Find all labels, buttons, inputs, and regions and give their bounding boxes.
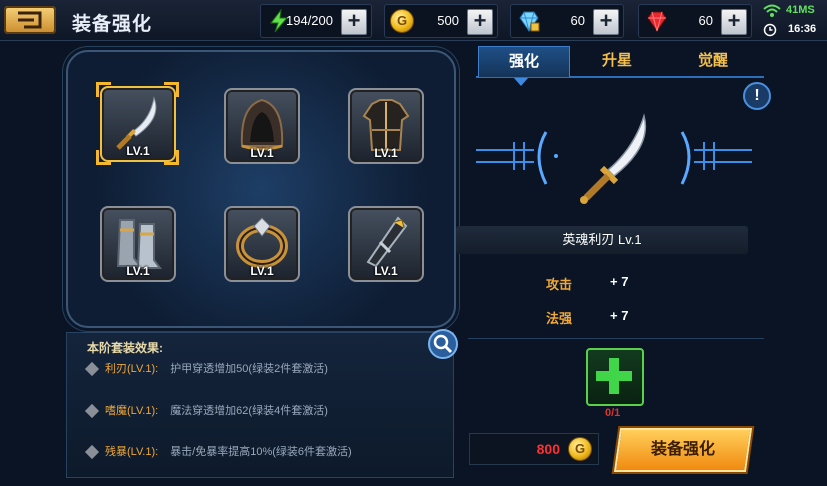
page-title: 装备强化: [72, 14, 153, 35]
plus-icon: [596, 371, 632, 381]
tab-enhance[interactable]: 强化: [478, 46, 570, 77]
gold-coin-icon: G: [390, 9, 414, 33]
slot-level: LV.1: [374, 264, 398, 278]
slot-level: LV.1: [250, 146, 274, 160]
tab-awaken[interactable]: 觉醒: [668, 46, 758, 76]
material-count: 0/1: [605, 407, 621, 419]
ping-text: 41MS: [786, 4, 815, 16]
equipment-slot-amulet[interactable]: LV.1: [348, 206, 424, 282]
set-bonus-row: 残暴(LV.1): 暴击/免暴率提高10%(绿装6件套激活): [84, 443, 352, 460]
cost-value: 800: [536, 441, 560, 457]
selection-corner: [96, 82, 111, 97]
add-stamina-button[interactable]: +: [341, 9, 367, 35]
clock-text: 16:36: [788, 23, 817, 35]
equipment-slot-hood[interactable]: LV.1: [224, 88, 300, 164]
stat-value-attack: + 7: [610, 274, 629, 289]
equipment-slot-boots[interactable]: LV.1: [100, 206, 176, 282]
add-ruby-button[interactable]: +: [721, 9, 747, 35]
gem-icon: [84, 404, 100, 419]
add-diamond-button[interactable]: +: [593, 9, 619, 35]
blade-icon: [580, 113, 647, 204]
gold-coin-icon: G: [568, 437, 592, 461]
tab-indicator-arrow: [514, 78, 528, 86]
set-bonus-row: 嗜魔(LV.1): 魔法穿透增加62(绿装4件套激活): [84, 402, 328, 419]
add-material-button[interactable]: [586, 348, 644, 406]
left-ornament-icon: [476, 131, 558, 185]
ruby-icon: [647, 11, 667, 32]
slot-level: LV.1: [374, 146, 398, 160]
add-gold-button[interactable]: +: [467, 9, 493, 35]
diamond-icon: [519, 11, 540, 32]
selection-corner: [96, 150, 111, 165]
equipment-panel: LV.1 LV.1 LV.1 LV.1 LV.1 LV.1: [66, 50, 456, 328]
clock-icon: [763, 23, 777, 37]
status-area: 41MS 16:36: [760, 2, 826, 38]
set-bonus-name: 残暴(LV.1):: [105, 446, 159, 458]
gold-value: 500: [437, 13, 459, 28]
stat-label-attack: 攻击: [546, 277, 573, 292]
selection-corner: [164, 150, 179, 165]
set-bonus-row: 利刃(LV.1): 护甲穿透增加50(绿装2件套激活): [84, 360, 328, 377]
slot-level: LV.1: [250, 264, 274, 278]
set-bonus-desc: 魔法穿透增加62(绿装4件套激活): [170, 405, 328, 417]
item-showcase: [476, 113, 752, 204]
set-bonus-desc: 暴击/免暴率提高10%(绿装6件套激活): [170, 446, 352, 458]
right-ornament-icon: [680, 131, 752, 185]
gold-counter: G 500 +: [384, 4, 498, 38]
cost-box: 800 G: [469, 433, 599, 465]
ruby-counter: 60 +: [638, 4, 752, 38]
magnifier-button[interactable]: [428, 329, 458, 359]
set-bonus-name: 嗜魔(LV.1):: [105, 405, 159, 417]
diamond-value: 60: [570, 13, 585, 28]
search-icon: [433, 334, 453, 354]
back-button[interactable]: [4, 6, 56, 34]
set-bonus-panel: 本阶套装效果: 利刃(LV.1): 护甲穿透增加50(绿装2件套激活) 嗜魔(LV…: [66, 332, 454, 478]
ruby-value: 60: [698, 13, 713, 28]
diamond-counter: 60 +: [510, 4, 624, 38]
divider: [468, 338, 764, 339]
top-bar: 装备强化 194/200 + G 500 + 60 + 60 + 41MS 16…: [0, 0, 827, 41]
gem-icon: [84, 362, 100, 377]
tab-star-up[interactable]: 升星: [572, 46, 662, 76]
set-bonus-name: 利刃(LV.1):: [105, 363, 159, 375]
equipment-slot-armor[interactable]: LV.1: [348, 88, 424, 164]
item-name: 英魂利刃 Lv.1: [456, 226, 748, 254]
gem-icon: [84, 445, 100, 460]
tab-bar: 强化 升星 觉醒: [476, 46, 764, 78]
wifi-icon: [763, 4, 781, 17]
back-arrow-icon: [18, 11, 42, 29]
stamina-value: 194/200: [286, 13, 333, 28]
set-bonus-title: 本阶套装效果:: [87, 341, 163, 355]
stat-label-magic: 法强: [546, 311, 573, 326]
stat-value-magic: + 7: [610, 308, 629, 323]
slot-level: LV.1: [126, 264, 150, 278]
info-button[interactable]: !: [743, 82, 771, 110]
equipment-slot-ring[interactable]: LV.1: [224, 206, 300, 282]
stamina-counter: 194/200 +: [260, 4, 372, 38]
enhance-button[interactable]: 装备强化: [613, 428, 753, 472]
set-bonus-desc: 护甲穿透增加50(绿装2件套激活): [170, 363, 328, 375]
selection-corner: [164, 82, 179, 97]
enhance-button-label: 装备强化: [650, 441, 715, 458]
